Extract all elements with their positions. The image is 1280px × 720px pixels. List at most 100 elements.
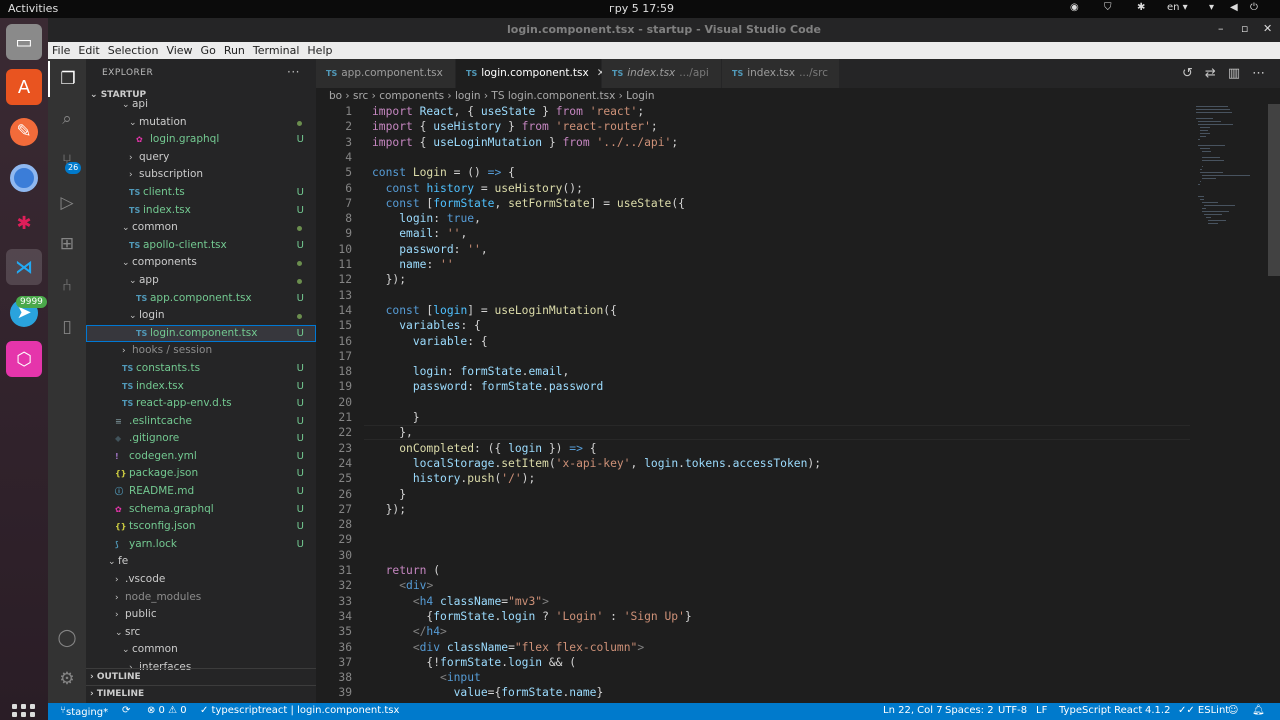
tree-item[interactable]: {} tsconfig.json U xyxy=(86,518,316,536)
tree-item[interactable]: ⌄ api xyxy=(86,96,316,114)
encoding-status[interactable]: UTF-8 xyxy=(998,705,1027,716)
tree-item[interactable]: ⌄ components xyxy=(86,254,316,272)
split-editor-icon[interactable]: ▥ xyxy=(1228,66,1240,81)
breadcrumb-item[interactable]: src xyxy=(353,90,368,102)
system-clock[interactable]: гру 5 17:59 xyxy=(609,2,674,15)
tree-item[interactable]: TS app.component.tsx U xyxy=(86,290,316,308)
more-actions-icon[interactable]: ··· xyxy=(287,65,300,79)
breadcrumb-item[interactable]: components xyxy=(379,90,444,102)
code-line[interactable]: {formState.login ? 'Login' : 'Sign Up'} xyxy=(372,610,691,623)
breadcrumb-item[interactable]: login xyxy=(455,90,481,102)
language-indicator[interactable]: en ▾ xyxy=(1167,2,1188,13)
tree-item[interactable]: ⌄ src xyxy=(86,624,316,642)
editor-tab[interactable]: TS app.component.tsx xyxy=(316,59,456,88)
wifi-icon[interactable]: ▾ xyxy=(1209,2,1214,13)
code-line[interactable]: const [formState, setFormState] = useSta… xyxy=(372,197,685,210)
tree-item[interactable]: TS index.tsx U xyxy=(86,202,316,220)
code-line[interactable]: import { useHistory } from 'react-router… xyxy=(372,120,658,133)
breadcrumb-item[interactable]: TS login.component.tsx xyxy=(491,90,615,102)
tree-item[interactable]: › public xyxy=(86,606,316,624)
code-line[interactable]: localStorage.setItem('x-api-key', login.… xyxy=(372,457,821,470)
shield-tray-icon[interactable]: ⛉ xyxy=(1104,2,1112,13)
code-line[interactable]: history.push('/'); xyxy=(372,472,535,485)
code-line[interactable]: name: '' xyxy=(372,258,453,271)
software-app-icon[interactable]: A xyxy=(6,69,42,105)
tree-item[interactable]: › hooks / session xyxy=(86,342,316,360)
tree-item[interactable]: › .vscode xyxy=(86,571,316,589)
tree-item[interactable]: ⌄ app xyxy=(86,272,316,290)
tree-item[interactable]: TS apollo-client.tsx U xyxy=(86,237,316,255)
files-app-icon[interactable]: ▭ xyxy=(6,24,42,60)
show-applications-icon[interactable] xyxy=(12,704,36,720)
tree-item[interactable]: TS login.component.tsx U xyxy=(86,324,316,343)
language-mode-status[interactable]: TypeScript React xyxy=(1059,705,1142,716)
code-line[interactable]: } xyxy=(372,488,406,501)
menu-view[interactable]: View xyxy=(162,42,196,59)
timeline-history-icon[interactable]: ↺ xyxy=(1182,66,1193,81)
tree-item[interactable]: ✿ schema.graphql U xyxy=(86,501,316,519)
code-line[interactable]: const [login] = useLoginMutation({ xyxy=(372,304,617,317)
tree-item[interactable]: ≡ .eslintcache U xyxy=(86,413,316,431)
menu-selection[interactable]: Selection xyxy=(104,42,163,59)
notebook-icon[interactable]: ▯ xyxy=(48,309,86,345)
tree-item[interactable]: ⌄ fe xyxy=(86,553,316,571)
tree-item[interactable]: ⌄ common xyxy=(86,219,316,237)
tree-item[interactable]: ⌄ mutation xyxy=(86,114,316,132)
code-line[interactable]: <input xyxy=(372,671,481,684)
slack-app-icon[interactable]: ✱ xyxy=(6,205,42,241)
code-line[interactable]: {!formState.login && ( xyxy=(372,656,576,669)
code-line[interactable]: }, xyxy=(372,426,413,439)
code-line[interactable]: return ( xyxy=(372,564,440,577)
code-line[interactable]: login: formState.email, xyxy=(372,365,569,378)
sync-icon[interactable]: ⟳ xyxy=(122,705,130,716)
code-line[interactable]: value={formState.name} xyxy=(372,686,604,699)
tree-item[interactable]: › subscription xyxy=(86,166,316,184)
settings-gear-icon[interactable]: ⚙ xyxy=(48,661,86,697)
ts-version-status[interactable]: 4.1.2 xyxy=(1145,705,1170,716)
activities-button[interactable]: Activities xyxy=(8,2,58,15)
menu-edit[interactable]: Edit xyxy=(74,42,103,59)
menu-help[interactable]: Help xyxy=(303,42,336,59)
code-line[interactable]: import { useLoginMutation } from '../../… xyxy=(372,136,678,149)
notifications-icon[interactable]: 🔔︎ xyxy=(1252,705,1265,716)
editor-scrollbar[interactable] xyxy=(1268,104,1280,276)
code-line[interactable]: <h4 className="mv3"> xyxy=(372,595,549,608)
git-branch-status[interactable]: ⑂ staging* xyxy=(60,705,108,718)
tree-item[interactable]: TS index.tsx U xyxy=(86,378,316,396)
explorer-icon[interactable]: ❐ xyxy=(48,61,86,97)
cursor-position[interactable]: Ln 22, Col 7 xyxy=(883,705,943,716)
code-line[interactable]: const history = useHistory(); xyxy=(372,182,583,195)
tree-item[interactable]: › node_modules xyxy=(86,589,316,607)
code-line[interactable]: password: '', xyxy=(372,243,487,256)
extensions-icon[interactable]: ⊞ xyxy=(48,226,86,262)
maximize-icon[interactable]: ▫ xyxy=(1241,22,1248,35)
chrome-tray-icon[interactable]: ◉ xyxy=(1070,2,1079,13)
tree-item[interactable]: TS react-app-env.d.ts U xyxy=(86,395,316,413)
code-line[interactable]: }); xyxy=(372,503,406,516)
breadcrumb-item[interactable]: Login xyxy=(626,90,654,102)
feedback-icon[interactable]: ☺ xyxy=(1228,705,1238,716)
code-line[interactable]: variables: { xyxy=(372,319,481,332)
code-line[interactable]: </h4> xyxy=(372,625,447,638)
chromium-app-icon[interactable] xyxy=(6,160,42,196)
indentation-status[interactable]: Spaces: 2 xyxy=(945,705,994,716)
eol-status[interactable]: LF xyxy=(1036,705,1047,716)
tree-item[interactable]: ! codegen.yml U xyxy=(86,448,316,466)
tree-item[interactable]: ⓘ README.md U xyxy=(86,483,316,501)
power-icon[interactable]: ⏻ xyxy=(1250,2,1258,13)
tree-item[interactable]: ◆ .gitignore U xyxy=(86,430,316,448)
search-icon[interactable]: ⌕ xyxy=(48,101,86,137)
git-graph-icon[interactable]: ⑃ xyxy=(48,268,86,304)
minimize-icon[interactable]: – xyxy=(1218,22,1224,35)
close-window-icon[interactable]: ✕ xyxy=(1263,22,1272,35)
postman-app-icon[interactable]: ✎ xyxy=(6,114,42,150)
menu-run[interactable]: Run xyxy=(220,42,249,59)
tree-item[interactable]: {} package.json U xyxy=(86,465,316,483)
tree-item[interactable]: TS constants.ts U xyxy=(86,360,316,378)
editor-tab[interactable]: TSlogin.component.tsx✕ xyxy=(456,59,606,88)
code-line[interactable]: import React, { useState } from 'react'; xyxy=(372,105,644,118)
slack-tray-icon[interactable]: ✱ xyxy=(1137,2,1145,13)
code-line[interactable]: onCompleted: ({ login }) => { xyxy=(372,442,596,455)
code-line[interactable]: const Login = () => { xyxy=(372,166,515,179)
menu-terminal[interactable]: Terminal xyxy=(249,42,304,59)
